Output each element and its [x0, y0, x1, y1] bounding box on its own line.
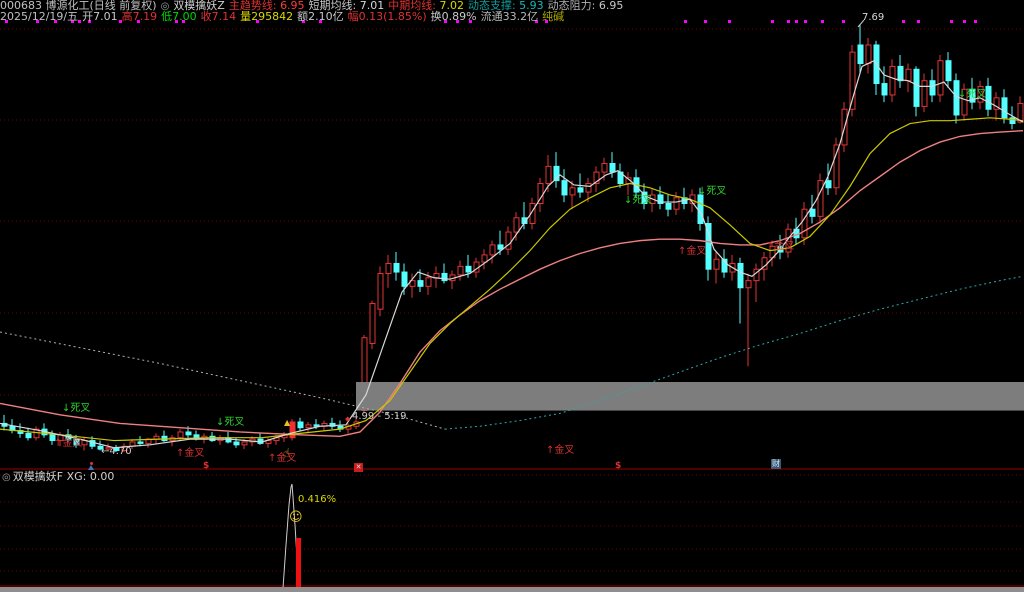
dollar-icon: $ [203, 461, 209, 471]
cai-icon: 财 [771, 459, 781, 469]
smiley-icon: ☺ [289, 513, 303, 523]
quote-field-5: 量295842 [240, 10, 293, 23]
header-field-value-4: 6.95 [599, 0, 624, 12]
quote-field-4: 收7.14 [201, 10, 237, 23]
golden-cross-label: ↑金叉 [546, 446, 574, 456]
death-cross-label: ↓死叉 [216, 418, 244, 428]
quote-field-7: 幅0.13(1.85%) [348, 10, 427, 23]
death-cross-label: ↓死叉 [624, 196, 652, 206]
subpanel-xg-label: XG: [67, 470, 87, 483]
golden-cross-label: ↑金叉 [54, 439, 82, 449]
golden-cross-label: ↑金叉 [678, 247, 706, 257]
quote-field-6: 额2.10亿 [297, 10, 344, 23]
spike-value-label: 0.416% [298, 495, 336, 505]
quote-field-1: 开7.01 [82, 10, 118, 23]
subpanel-header: ◎双模擒妖F XG: 0.00 [2, 471, 114, 483]
subpanel-indicator-icon: ◎ [2, 472, 11, 483]
subpanel-indicator-name[interactable]: 双模擒妖F [13, 470, 63, 483]
golden-cross-label: ↑金叉 [766, 242, 794, 252]
quote-field-8: 换0.89% [431, 10, 477, 23]
golden-cross-label: ↑金叉 [176, 449, 204, 459]
quote-field-10: 纯碱 [542, 10, 564, 23]
death-cross-label: ↓死叉 [698, 187, 726, 197]
info-line-2: 2025/12/19/五开7.01 高7.19低7.00 收7.14量295842 额… [0, 11, 1024, 22]
signal-triangle-icon: ▲ [284, 418, 290, 428]
quote-field-2: 高7.19 [122, 10, 158, 23]
quote-field-9: 流通33.2亿 [481, 10, 539, 23]
subpanel-xg-value: 0.00 [90, 470, 115, 483]
quote-field-0: 2025/12/19/五 [0, 10, 78, 23]
dollar-icon: $ [615, 461, 621, 471]
box-diamond-icon: ◆ [345, 414, 350, 424]
stock-chart-window: 000683 博源化工(日线 前复权)◎双模擒妖Z主趋势线: 6.95短期均线:… [0, 0, 1024, 592]
hand-icon: ☝ [283, 448, 290, 458]
box-range-label: 4.99 - 5.19 [352, 412, 407, 422]
chart-overlay: ↓死叉↓死叉↓死叉↓死叉↓死叉↑金叉↑金叉↑金叉↑金叉↑金叉↑金叉7.69←4.… [0, 0, 1024, 592]
low-price-label: ←4.70 [101, 447, 132, 457]
walker-icon [88, 462, 94, 470]
death-cross-label: ↓死叉 [62, 404, 90, 414]
horizontal-scrollbar[interactable] [0, 587, 1024, 592]
info-header: 000683 博源化工(日线 前复权)◎双模擒妖Z主趋势线: 6.95短期均线:… [0, 0, 1024, 22]
death-cross-label: ↓死叉 [958, 90, 986, 100]
quote-field-3: 低7.00 [161, 10, 197, 23]
seal-icon: ✕ [354, 463, 363, 472]
